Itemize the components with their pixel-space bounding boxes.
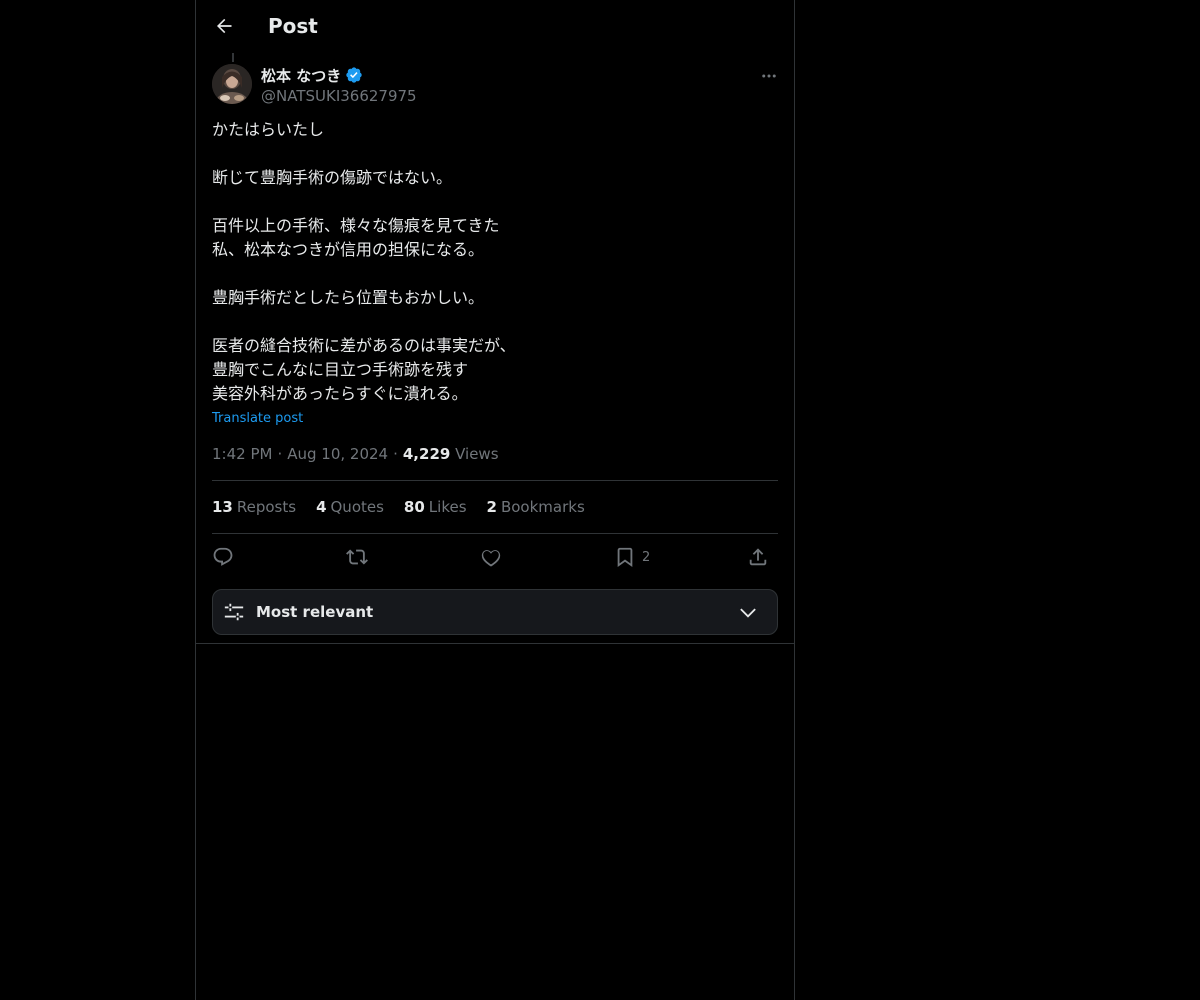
quotes-label: Quotes bbox=[330, 498, 384, 516]
engagement-stats: 13 Reposts 4 Quotes 80 Likes 2 Bookmarks bbox=[212, 497, 585, 517]
page-title: Post bbox=[268, 14, 318, 38]
bookmarks-count: 2 bbox=[486, 498, 497, 516]
meta-separator: · bbox=[277, 445, 283, 463]
likes-label: Likes bbox=[428, 498, 467, 516]
post-text: かたはらいたし 断じて豊胸手術の傷跡ではない。 百件以上の手術、様々な傷痕を見て… bbox=[212, 120, 516, 403]
page-header: Post bbox=[196, 0, 794, 53]
sort-replies-dropdown[interactable]: Most relevant bbox=[212, 589, 778, 635]
reposts-stat[interactable]: 13 Reposts bbox=[212, 497, 296, 517]
avatar[interactable] bbox=[212, 64, 252, 104]
section-divider bbox=[196, 643, 794, 644]
reposts-label: Reposts bbox=[236, 498, 297, 516]
views-label: Views bbox=[455, 445, 499, 463]
translate-post-link[interactable]: Translate post bbox=[212, 410, 303, 428]
reply-button[interactable] bbox=[212, 543, 234, 571]
views-count: 4,229 bbox=[402, 445, 451, 463]
share-icon bbox=[749, 548, 767, 566]
meta-separator: · bbox=[393, 445, 398, 463]
arrow-left-icon bbox=[217, 18, 232, 34]
author-handle[interactable]: @NATSUKI36627975 bbox=[261, 86, 417, 106]
post-time[interactable]: 1:42 PM bbox=[212, 444, 272, 464]
verified-badge-icon[interactable] bbox=[345, 66, 363, 84]
likes-count: 80 bbox=[403, 498, 425, 516]
like-button[interactable] bbox=[480, 543, 502, 571]
likes-stat[interactable]: 80 Likes bbox=[404, 497, 467, 517]
quotes-stat[interactable]: 4 Quotes bbox=[316, 497, 384, 517]
share-button[interactable] bbox=[747, 543, 769, 571]
sort-label: Most relevant bbox=[256, 603, 374, 621]
author-name-row: 松本 なつき bbox=[261, 64, 363, 86]
author-display-name[interactable]: 松本 なつき bbox=[261, 65, 341, 86]
reply-icon bbox=[213, 547, 233, 566]
reposts-count: 13 bbox=[212, 498, 233, 516]
bookmark-button[interactable]: 2 bbox=[614, 543, 650, 571]
thread-connector bbox=[232, 53, 234, 62]
bookmarks-stat[interactable]: 2 Bookmarks bbox=[487, 497, 585, 517]
bookmark-count: 2 bbox=[642, 549, 651, 565]
back-button[interactable] bbox=[210, 12, 238, 40]
sliders-icon bbox=[224, 603, 244, 621]
bookmarks-label: Bookmarks bbox=[500, 498, 585, 516]
divider bbox=[212, 480, 778, 481]
chevron-down-icon bbox=[740, 608, 756, 618]
heart-icon bbox=[481, 550, 501, 567]
avatar-image bbox=[212, 64, 252, 104]
quotes-count: 4 bbox=[316, 498, 327, 516]
repost-icon bbox=[346, 549, 368, 565]
more-options-button[interactable] bbox=[754, 62, 784, 90]
bookmark-icon bbox=[617, 547, 633, 568]
action-bar: 2 bbox=[212, 543, 778, 571]
post-detail-column: Post 松本 なつき @NATSUKI36627975 かたはらいたし 断じて… bbox=[195, 0, 795, 1000]
post-meta: 1:42 PM · Aug 10, 2024 · 4,229 Views bbox=[212, 444, 499, 464]
repost-button[interactable] bbox=[346, 543, 368, 571]
more-horizontal-icon bbox=[762, 74, 776, 78]
post-date[interactable]: Aug 10, 2024 bbox=[287, 444, 388, 464]
divider bbox=[212, 533, 778, 534]
